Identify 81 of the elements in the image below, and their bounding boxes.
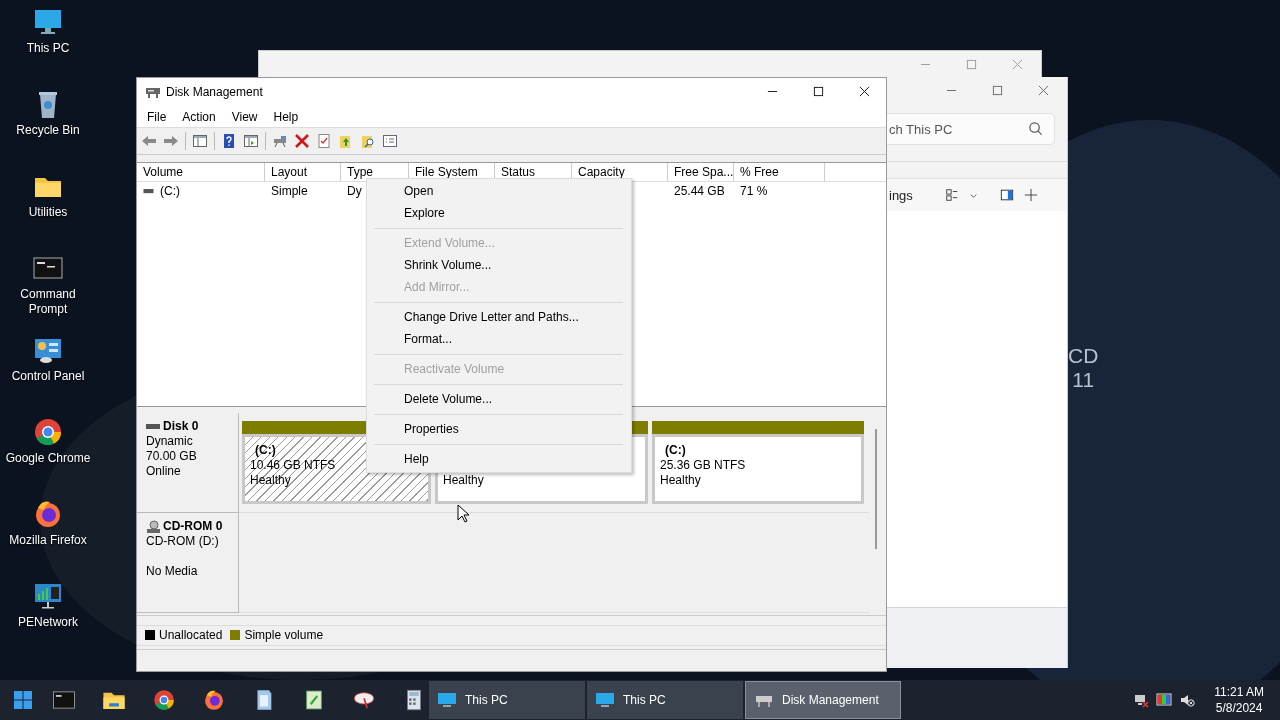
drive-icon[interactable]: [272, 133, 288, 150]
drive-icon: [143, 188, 154, 194]
display-icon[interactable]: [1156, 692, 1173, 708]
start-icon[interactable]: [13, 690, 33, 710]
wallpaper-text: CD: [1068, 344, 1099, 368]
menu-item[interactable]: Change Drive Letter and Paths...: [367, 306, 631, 328]
table-cell-text: Simple: [270, 184, 309, 199]
partition-label: (C:): [664, 443, 686, 458]
menu-item[interactable]: File: [147, 109, 167, 124]
menu-item[interactable]: View: [231, 109, 258, 124]
checklist-icon[interactable]: [316, 133, 332, 150]
column-header[interactable]: Layout: [265, 163, 341, 182]
maximize-icon[interactable]: [813, 86, 824, 98]
partition-status: Healthy: [250, 473, 291, 488]
clock-date[interactable]: 5/8/2024: [1215, 700, 1263, 716]
scrollbar[interactable]: [875, 429, 877, 549]
clock-time[interactable]: 11:21 AM: [1214, 684, 1264, 700]
table-cell: (C:): [160, 184, 180, 199]
partition-status: Healthy: [660, 473, 701, 488]
close-icon[interactable]: [859, 86, 870, 98]
desktop-icon-label[interactable]: Recycle Bin: [16, 123, 80, 138]
disk-size: 70.00 GB: [146, 449, 198, 464]
menu-item[interactable]: Shrink Volume...: [367, 254, 631, 276]
disk-drive-icon: [146, 421, 160, 432]
panel-icon[interactable]: [243, 133, 259, 150]
search-field[interactable]: ch This PC: [887, 113, 1055, 145]
disk-name: CD-ROM 0: [163, 519, 223, 534]
legend-label: Simple volume: [244, 628, 324, 643]
table-cell-text: 71 %: [739, 184, 769, 199]
disk-info-panel[interactable]: CD-ROM 0 CD-ROM (D:) No Media: [137, 513, 239, 613]
list-icon[interactable]: [382, 133, 398, 150]
volume-muted-icon[interactable]: [1179, 692, 1196, 708]
menu-item[interactable]: Delete Volume...: [367, 388, 631, 410]
network-icon[interactable]: [1133, 692, 1150, 708]
menu-item[interactable]: Open: [367, 180, 631, 202]
toolbar-label[interactable]: ings: [887, 187, 945, 203]
browser-icon[interactable]: [151, 687, 177, 713]
wallpaper-text: 11: [1072, 368, 1095, 392]
menu-item[interactable]: Help: [273, 109, 299, 124]
desktop-icon-label[interactable]: This PC: [26, 41, 70, 56]
view-icon[interactable]: [945, 188, 959, 202]
menu-item[interactable]: Action: [182, 109, 216, 124]
browser-icon[interactable]: [32, 416, 64, 448]
disk-info-panel[interactable]: Disk 0 Dynamic 70.00 GB Online: [137, 413, 239, 513]
disk-name: Disk 0: [163, 419, 199, 434]
disk-status: Online: [146, 464, 182, 479]
desktop-icon-label[interactable]: Control Panel: [11, 369, 85, 384]
desktop-icon-label[interactable]: Google Chrome: [5, 451, 91, 466]
column-header[interactable]: Volume: [137, 163, 265, 182]
disk-type: CD-ROM (D:): [146, 534, 220, 549]
partition-status: Healthy: [443, 473, 484, 488]
column-header[interactable]: Free Spa...: [668, 163, 734, 182]
taskbar-button[interactable]: This PC: [429, 681, 585, 719]
menu-item[interactable]: Explore: [367, 202, 631, 224]
cd-drive-icon: [146, 519, 160, 534]
disk-type: Dynamic: [146, 434, 194, 449]
partition-size: 10.46 GB NTFS: [250, 458, 336, 473]
desktop-icon-label[interactable]: Utilities: [28, 205, 68, 220]
folder-search-icon[interactable]: [360, 133, 376, 150]
column-header[interactable]: % Free: [734, 163, 825, 182]
desktop-icon-label[interactable]: PENetwork: [18, 615, 78, 630]
legend-label: Unallocated: [159, 628, 223, 643]
monitor-icon: [595, 692, 615, 708]
desktop-icon-label[interactable]: Mozilla Firefox: [9, 533, 87, 548]
taskbar-button[interactable]: This PC: [587, 681, 743, 719]
help-icon[interactable]: [221, 133, 237, 150]
pane-icon[interactable]: [1000, 188, 1014, 202]
desktop-icon-label[interactable]: Command Prompt: [0, 287, 96, 317]
plus-icon[interactable]: [1024, 188, 1038, 202]
menu-item[interactable]: Format...: [367, 328, 631, 350]
window-title: Disk Management: [166, 84, 264, 99]
delete-icon[interactable]: [294, 133, 310, 150]
table-cell-text: 25.44 GB: [673, 184, 726, 199]
disk-status: No Media: [146, 564, 199, 579]
partition-label: (C:): [254, 443, 276, 458]
partition-block[interactable]: (C:) 25.36 GB NTFS Healthy: [652, 434, 864, 504]
monitor-icon: [437, 692, 457, 708]
taskbar-button[interactable]: Disk Management: [745, 681, 901, 719]
partition-size: 25.36 GB NTFS: [660, 458, 746, 473]
panel-icon[interactable]: [192, 133, 208, 150]
search-icon[interactable]: [1028, 121, 1043, 136]
